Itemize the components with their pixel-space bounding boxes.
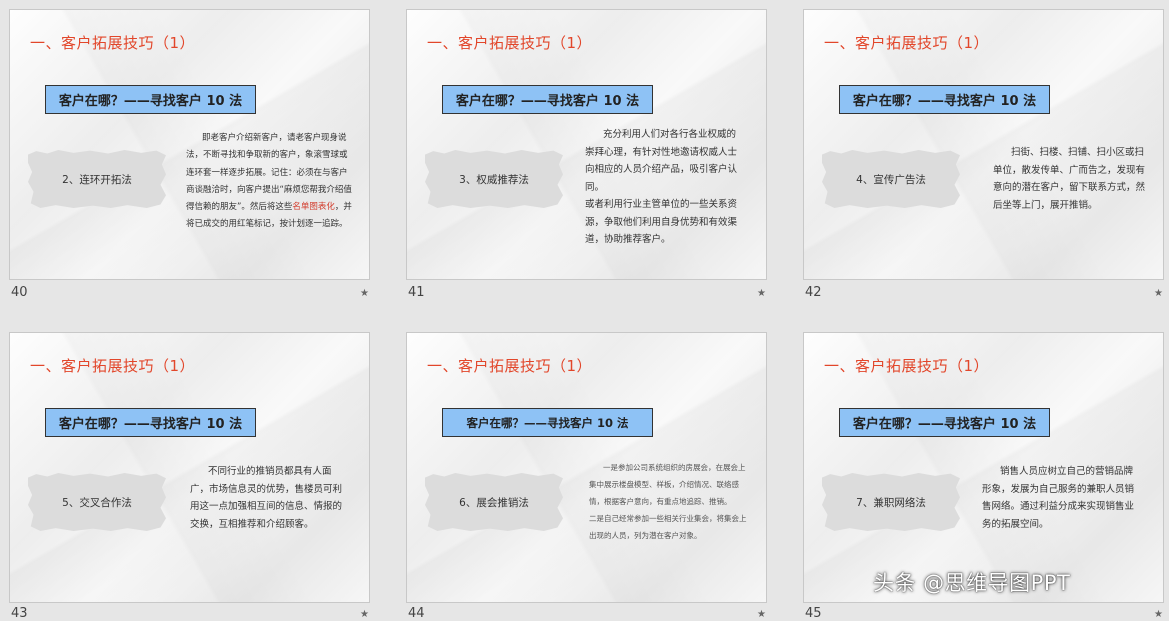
slide-body-text: 即老客户介绍新客户，请老客户现身说法，不断寻找和争取新的客户，象滚雪球或连环套一… [186, 130, 352, 234]
method-label: 4、宣传广告法 [856, 173, 926, 186]
method-label: 6、展会推销法 [459, 496, 529, 509]
slide-body-text: 充分利用人们对各行各业权威的崇拜心理，有针对性地邀请权威人士向相应的人员介绍产品… [585, 129, 738, 245]
slide-title: 一、客户拓展技巧（1） [427, 357, 593, 375]
method-label: 7、兼职网络法 [856, 496, 926, 509]
subtitle-box: 客户在哪？——寻找客户 10 法 [45, 408, 256, 437]
slide-body-text: 销售人员应树立自己的营销品牌形象，发展为自己服务的兼职人员销售网络。通过利益分成… [982, 466, 1135, 530]
slide-number: 41 [408, 285, 425, 300]
slide-title: 一、客户拓展技巧（1） [427, 34, 593, 52]
subtitle-box: 客户在哪？——寻找客户 10 法 [442, 85, 653, 114]
slide-number: 40 [11, 285, 28, 300]
slide-thumbnail-45[interactable]: 一、客户拓展技巧（1） 客户在哪？——寻找客户 10 法 7、兼职网络法 销售人… [803, 332, 1164, 603]
slide-title: 一、客户拓展技巧（1） [824, 34, 990, 52]
star-icon[interactable]: ★ [757, 288, 766, 299]
slide-number: 42 [805, 285, 822, 300]
highlight-text: 名单图表化 [292, 202, 335, 213]
watermark-text: 头条 @思维导图PPT [873, 571, 1071, 595]
slide-title: 一、客户拓展技巧（1） [30, 34, 196, 52]
star-icon[interactable]: ★ [757, 609, 766, 620]
subtitle-box: 客户在哪？——寻找客户 10 法 [45, 85, 256, 114]
slide-thumbnail-44[interactable]: 一、客户拓展技巧（1） 客户在哪？——寻找客户 10 法 6、展会推销法 一是参… [406, 332, 767, 603]
method-label: 5、交叉合作法 [62, 496, 132, 509]
star-icon[interactable]: ★ [1154, 609, 1163, 620]
star-icon[interactable]: ★ [1154, 288, 1163, 299]
slide-thumbnail-42[interactable]: 一、客户拓展技巧（1） 客户在哪？——寻找客户 10 法 4、宣传广告法 扫街、… [803, 9, 1164, 280]
slide-thumbnail-40[interactable]: 一、客户拓展技巧（1） 客户在哪？——寻找客户 10 法 2、连环开拓法 即老客… [9, 9, 370, 280]
body-text-part: 即老客户介绍新客户，请老客户现身说法，不断寻找和争取新的客户，象滚雪球或连环套一… [186, 133, 352, 213]
slide-thumbnail-43[interactable]: 一、客户拓展技巧（1） 客户在哪？——寻找客户 10 法 5、交叉合作法 不同行… [9, 332, 370, 603]
slide-thumbnail-41[interactable]: 一、客户拓展技巧（1） 客户在哪？——寻找客户 10 法 3、权威推荐法 充分利… [406, 9, 767, 280]
subtitle-box: 客户在哪？——寻找客户 10 法 [839, 408, 1050, 437]
slide-body-text: 扫街、扫楼、扫铺、扫小区或扫单位，散发传单、广而告之，发现有意向的潜在客户，留下… [993, 147, 1146, 211]
slide-body-text: 不同行业的推销员都具有人面广，市场信息灵的优势，售楼员可利用这一点加强相互间的信… [190, 466, 343, 530]
slide-title: 一、客户拓展技巧（1） [824, 357, 990, 375]
slide-title: 一、客户拓展技巧（1） [30, 357, 196, 375]
slide-body-text: 一是参加公司系统组织的房展会，在展会上集中展示楼盘模型、样板，介绍情况、联络感情… [589, 463, 747, 540]
subtitle-box: 客户在哪？——寻找客户 10 法 [442, 408, 653, 437]
method-label: 2、连环开拓法 [62, 173, 132, 186]
star-icon[interactable]: ★ [360, 288, 369, 299]
subtitle-box: 客户在哪？——寻找客户 10 法 [839, 85, 1050, 114]
method-label: 3、权威推荐法 [459, 173, 529, 186]
star-icon[interactable]: ★ [360, 609, 369, 620]
